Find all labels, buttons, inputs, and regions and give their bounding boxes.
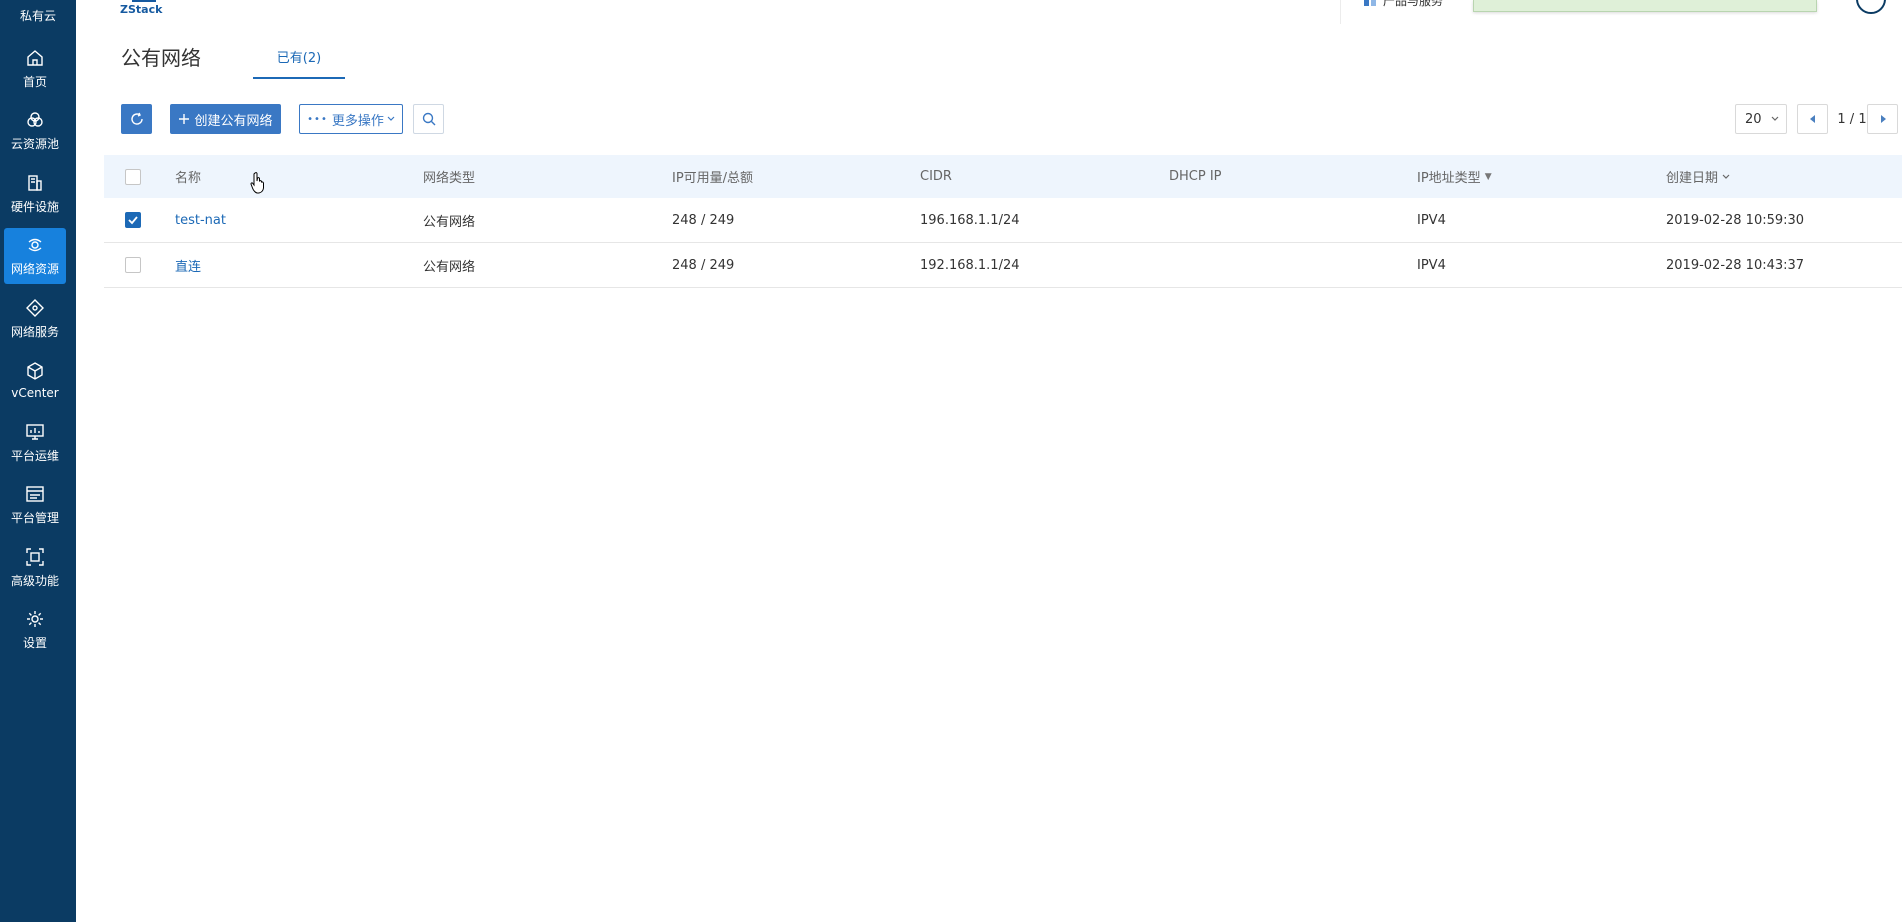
prev-page-button[interactable] bbox=[1797, 104, 1828, 134]
hand-cursor-icon bbox=[250, 172, 264, 194]
network-type-cell: 公有网络 bbox=[423, 259, 476, 275]
sidebar: 私有云 首页 云资源池 硬件设施 网络资源 网络服务 vCenter 平台运维 … bbox=[0, 0, 76, 922]
search-button[interactable] bbox=[413, 104, 444, 134]
more-actions-label: 更多操作 bbox=[331, 113, 384, 129]
sidebar-item-cloud-resources[interactable]: 云资源池 bbox=[4, 103, 66, 159]
network-name-link[interactable]: 直连 bbox=[175, 243, 201, 287]
private-cloud-label: 私有云 bbox=[19, 9, 56, 23]
products-services-label: 产品与服务 bbox=[1383, 0, 1444, 8]
column-header-ip-usage[interactable]: IP可用量/总额 bbox=[672, 155, 753, 198]
caret-left-icon bbox=[1809, 115, 1815, 123]
hardware-icon bbox=[28, 175, 42, 191]
checkmark-icon bbox=[128, 216, 138, 225]
network-type-cell: 公有网络 bbox=[423, 214, 476, 230]
table-header: 名称 网络类型 IP可用量/总额 CIDR DHCP IP IP地址类型 ▼ 创… bbox=[104, 155, 1902, 198]
page-title: 公有网络 bbox=[121, 46, 201, 70]
apps-icon bbox=[1364, 0, 1376, 6]
products-services-menu[interactable]: 产品与服务 bbox=[1340, 0, 1471, 24]
column-header-ip-type-wrapper[interactable]: IP地址类型 ▼ bbox=[1417, 155, 1492, 198]
sidebar-item-label: 设置 bbox=[22, 636, 47, 650]
sidebar-item-label: 平台管理 bbox=[10, 511, 59, 525]
sidebar-item-label: 云资源池 bbox=[10, 137, 59, 151]
sidebar-item-advanced[interactable]: 高级功能 bbox=[4, 540, 66, 596]
row-checkbox[interactable] bbox=[125, 257, 141, 273]
refresh-icon bbox=[130, 112, 143, 125]
column-header-name[interactable]: 名称 bbox=[175, 155, 201, 198]
table-row[interactable]: test-nat 公有网络 248 / 249 196.168.1.1/24 I… bbox=[104, 198, 1902, 243]
sidebar-item-platform-ops[interactable]: 平台运维 bbox=[4, 415, 66, 471]
more-actions-button[interactable]: ••• 更多操作 bbox=[299, 104, 403, 134]
row-checkbox[interactable] bbox=[125, 212, 141, 228]
sidebar-item-label: 高级功能 bbox=[10, 574, 59, 588]
ip-usage-cell: 248 / 249 bbox=[672, 257, 735, 273]
logo-text: ZStack bbox=[120, 3, 163, 16]
caret-down-icon: ▼ bbox=[1484, 171, 1492, 182]
ip-type-cell: IPV4 bbox=[1417, 257, 1446, 273]
sidebar-item-platform-management[interactable]: 平台管理 bbox=[4, 477, 66, 533]
cidr-cell: 196.168.1.1/24 bbox=[920, 212, 1020, 228]
network-resources-icon bbox=[28, 238, 42, 252]
plus-icon bbox=[179, 114, 190, 124]
sidebar-item-network-service[interactable]: 网络服务 bbox=[4, 291, 66, 347]
zstack-logo[interactable]: ZStack bbox=[120, 0, 170, 18]
chevron-down-icon bbox=[387, 116, 395, 121]
sidebar-item-settings[interactable]: 设置 bbox=[4, 602, 66, 658]
sidebar-item-network-resources[interactable]: 网络资源 bbox=[4, 228, 66, 284]
table-row[interactable]: 直连 公有网络 248 / 249 192.168.1.1/24 IPV4 20… bbox=[104, 243, 1902, 288]
search-icon bbox=[422, 112, 435, 126]
sidebar-item-vcenter[interactable]: vCenter bbox=[4, 352, 66, 408]
sidebar-item-label: 网络服务 bbox=[10, 325, 59, 339]
sidebar-item-home[interactable]: 首页 bbox=[4, 41, 66, 97]
notification-toast bbox=[1473, 0, 1817, 12]
created-date-cell: 2019-02-28 10:43:37 bbox=[1666, 257, 1805, 273]
sidebar-item-label: 平台运维 bbox=[10, 449, 59, 463]
ip-type-cell: IPV4 bbox=[1417, 212, 1446, 228]
cube-icon bbox=[27, 361, 43, 380]
public-network-table: 名称 网络类型 IP可用量/总额 CIDR DHCP IP IP地址类型 ▼ 创… bbox=[104, 155, 1902, 288]
sidebar-item-hardware[interactable]: 硬件设施 bbox=[4, 166, 66, 222]
caret-right-icon bbox=[1880, 115, 1886, 123]
next-page-button[interactable] bbox=[1867, 104, 1898, 134]
user-avatar[interactable] bbox=[1856, 0, 1886, 14]
home-icon bbox=[27, 50, 43, 66]
network-name-link[interactable]: test-nat bbox=[175, 198, 226, 242]
platform-management-icon bbox=[26, 486, 44, 502]
sidebar-item-label: 硬件设施 bbox=[10, 200, 59, 214]
column-header-created: 创建日期 bbox=[1666, 171, 1719, 186]
select-all-checkbox[interactable] bbox=[125, 168, 141, 185]
column-header-cidr[interactable]: CIDR bbox=[920, 155, 952, 198]
cloud-resources-icon bbox=[27, 112, 43, 127]
network-service-icon bbox=[26, 299, 44, 317]
created-date-cell: 2019-02-28 10:59:30 bbox=[1666, 212, 1805, 228]
cidr-cell: 192.168.1.1/24 bbox=[920, 257, 1020, 273]
advanced-icon bbox=[26, 548, 44, 566]
chevron-down-icon bbox=[1722, 174, 1730, 179]
page-size-value: 20 bbox=[1745, 111, 1762, 127]
refresh-button[interactable] bbox=[121, 104, 152, 134]
sidebar-item-label: vCenter bbox=[11, 385, 59, 400]
sidebar-item-label: 首页 bbox=[22, 75, 47, 89]
monitor-icon bbox=[26, 424, 44, 440]
ip-usage-cell: 248 / 249 bbox=[672, 212, 735, 228]
page-size-select[interactable]: 20 bbox=[1735, 104, 1787, 134]
chevron-down-icon bbox=[1771, 116, 1778, 121]
column-header-dhcp-ip[interactable]: DHCP IP bbox=[1169, 155, 1222, 198]
create-public-network-button[interactable]: 创建公有网络 bbox=[170, 104, 281, 134]
page-info: 1 / 1 bbox=[1837, 111, 1867, 127]
sidebar-item-label: 网络资源 bbox=[10, 262, 59, 276]
create-button-label: 创建公有网络 bbox=[194, 113, 273, 129]
column-header-created-wrapper[interactable]: 创建日期 bbox=[1666, 155, 1730, 198]
column-header-ip-type: IP地址类型 bbox=[1417, 171, 1481, 186]
tab-existing[interactable]: 已有(2) bbox=[253, 47, 345, 79]
column-header-network-type[interactable]: 网络类型 bbox=[423, 155, 475, 198]
gear-icon bbox=[27, 611, 43, 627]
dots-icon: ••• bbox=[307, 113, 328, 125]
